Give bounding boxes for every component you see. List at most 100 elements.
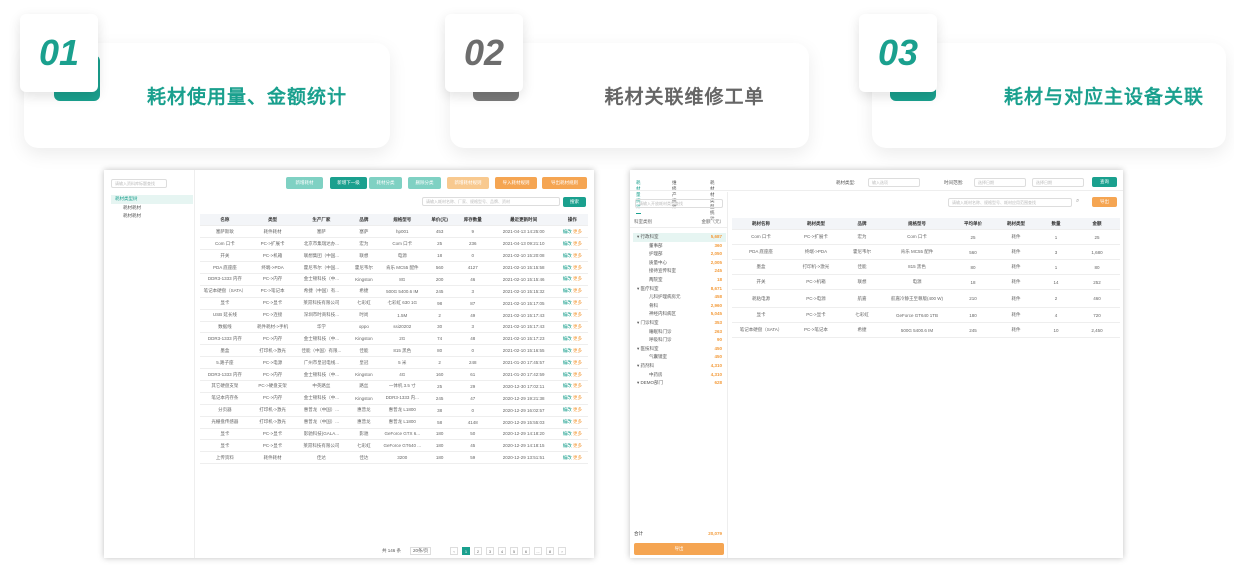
more-link[interactable]: 更多 — [573, 265, 582, 270]
department-item[interactable]: 质量中心 2,005 — [633, 259, 726, 268]
edit-link[interactable]: 编改 — [563, 336, 572, 341]
date-end-input[interactable]: 选择日期 — [1032, 178, 1084, 187]
edit-link[interactable]: 编改 — [563, 253, 572, 258]
column-header[interactable]: 数量 — [1038, 218, 1074, 231]
toolbar-button[interactable]: 新增耗材 — [286, 177, 323, 189]
search-icon[interactable]: ⌕ — [1076, 198, 1079, 205]
column-header[interactable]: 单价(元) — [424, 214, 456, 227]
edit-link[interactable]: 编改 — [563, 443, 572, 448]
toolbar-button[interactable]: 耗材分类 — [369, 177, 402, 189]
column-header[interactable]: 耗材名称 — [732, 218, 790, 231]
column-header[interactable]: 类型 — [249, 214, 296, 227]
edit-link[interactable]: 编改 — [563, 372, 572, 377]
page-button[interactable]: 4 — [498, 547, 506, 555]
tree-item[interactable]: 耗材耗材 — [111, 204, 193, 213]
department-item[interactable]: 两院室 18 — [633, 276, 726, 285]
edit-link[interactable]: 编改 — [563, 455, 572, 460]
more-link[interactable]: 更多 — [573, 431, 582, 436]
export-button[interactable]: 导出 — [634, 543, 724, 555]
column-header[interactable]: 规格型号 — [882, 218, 952, 231]
more-link[interactable]: 更多 — [573, 324, 582, 329]
page-button[interactable]: 5 — [510, 547, 518, 555]
edit-link[interactable]: 编改 — [563, 431, 572, 436]
department-item[interactable]: 骨科 2,960 — [633, 302, 726, 311]
department-item[interactable]: ▾ 医疗科室 8,671 — [633, 285, 726, 294]
date-start-input[interactable]: 选择日期 — [974, 178, 1026, 187]
stat-search-input[interactable]: 请输入耗材名称、规格型号、耗材应用范围查找 — [948, 198, 1072, 207]
more-link[interactable]: 更多 — [573, 360, 582, 365]
column-header[interactable]: 品牌 — [842, 218, 882, 231]
more-link[interactable]: 更多 — [573, 276, 582, 281]
toolbar-button[interactable]: 导出耗材规则 — [542, 177, 587, 189]
more-link[interactable]: 更多 — [573, 241, 582, 246]
edit-link[interactable]: 编改 — [563, 241, 572, 246]
more-link[interactable]: 更多 — [573, 300, 582, 305]
department-item[interactable]: ▾ 药剂科 4,310 — [633, 362, 726, 371]
edit-link[interactable]: 编改 — [563, 419, 572, 424]
edit-link[interactable]: 编改 — [563, 300, 572, 305]
more-link[interactable]: 更多 — [573, 348, 582, 353]
more-link[interactable]: 更多 — [573, 407, 582, 412]
more-link[interactable]: 更多 — [573, 419, 582, 424]
department-item[interactable]: ▾ 门诊科室 353 — [633, 319, 726, 328]
search-input[interactable]: 请输入耗材名称、厂家、规格型号、品牌、资材 — [422, 197, 560, 206]
column-header[interactable]: 品牌 — [347, 214, 381, 227]
edit-link[interactable]: 编改 — [563, 229, 572, 234]
column-header[interactable]: 金额 — [1074, 218, 1120, 231]
edit-link[interactable]: 编改 — [563, 383, 572, 388]
department-item[interactable]: 呼吸科门诊 90 — [633, 336, 726, 345]
column-header[interactable]: 耗材类型 — [994, 218, 1038, 231]
page-button[interactable]: 8 — [546, 547, 554, 555]
department-item[interactable]: ▾ DEMO部门 628 — [633, 379, 726, 388]
department-item[interactable]: 神经内科病区 5,045 — [633, 310, 726, 319]
more-link[interactable]: 更多 — [573, 383, 582, 388]
more-link[interactable]: 更多 — [573, 443, 582, 448]
more-link[interactable]: 更多 — [573, 455, 582, 460]
export-small-button[interactable]: 导出 — [1092, 197, 1117, 207]
edit-link[interactable]: 编改 — [563, 324, 572, 329]
tree-item[interactable]: 耗材类型树 — [111, 195, 193, 204]
tree-item[interactable]: 耗材耗材 — [111, 212, 193, 221]
page-size-select[interactable]: 20条/页 — [410, 547, 432, 555]
column-header[interactable]: 平均单价 — [952, 218, 994, 231]
search-button[interactable]: 搜索 — [563, 197, 586, 207]
edit-link[interactable]: 编改 — [563, 395, 572, 400]
edit-link[interactable]: 编改 — [563, 265, 572, 270]
edit-link[interactable]: 编改 — [563, 312, 572, 317]
page-button[interactable]: › — [558, 547, 566, 555]
toolbar-button[interactable]: 新增耗材规则 — [447, 177, 489, 189]
more-link[interactable]: 更多 — [573, 288, 582, 293]
type-select[interactable]: 输入选项 — [868, 178, 920, 187]
more-link[interactable]: 更多 — [573, 395, 582, 400]
page-button[interactable]: 2 — [474, 547, 482, 555]
page-button[interactable]: ‹ — [450, 547, 458, 555]
page-button[interactable]: 6 — [522, 547, 530, 555]
column-header[interactable]: 库存数量 — [455, 214, 491, 227]
edit-link[interactable]: 编改 — [563, 348, 572, 353]
column-header[interactable]: 操作 — [556, 214, 588, 227]
department-item[interactable]: 中药房 4,310 — [633, 371, 726, 380]
toolbar-button[interactable]: 导入耗材规则 — [495, 177, 537, 189]
department-search-input[interactable]: 请输入开放耗材类型查找 — [635, 199, 723, 208]
more-link[interactable]: 更多 — [573, 312, 582, 317]
page-button[interactable]: 1 — [462, 547, 470, 555]
column-header[interactable]: 生产厂家 — [295, 214, 348, 227]
more-link[interactable]: 更多 — [573, 253, 582, 258]
edit-link[interactable]: 编改 — [563, 407, 572, 412]
page-button[interactable]: ... — [534, 547, 542, 555]
edit-link[interactable]: 编改 — [563, 276, 572, 281]
toolbar-button[interactable]: 删除分类 — [408, 177, 441, 189]
more-link[interactable]: 更多 — [573, 336, 582, 341]
department-item[interactable]: ▾ 医技科室 450 — [633, 345, 726, 354]
edit-link[interactable]: 编改 — [563, 360, 572, 365]
department-item[interactable]: 气囊镜室 450 — [633, 353, 726, 362]
column-header[interactable]: 最近更新时间 — [490, 214, 557, 227]
column-header[interactable]: 规格型号 — [380, 214, 425, 227]
department-item[interactable]: ▾ 行政科室 5,687 — [633, 233, 726, 242]
edit-link[interactable]: 编改 — [563, 288, 572, 293]
department-item[interactable]: 接待宣传科室 245 — [633, 267, 726, 276]
department-item[interactable]: 儿科护理病房元 458 — [633, 293, 726, 302]
department-item[interactable]: 董事部 360 — [633, 242, 726, 251]
department-item[interactable]: 睡眠科门诊 263 — [633, 328, 726, 337]
column-header[interactable]: 耗材类型 — [790, 218, 842, 231]
